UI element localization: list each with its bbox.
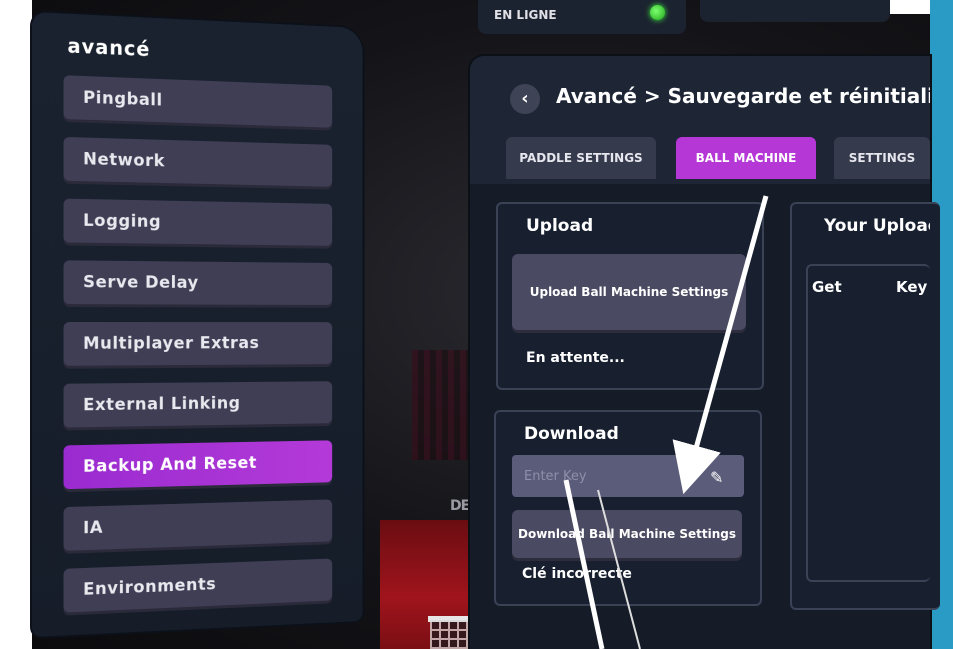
upload-title: Upload — [526, 216, 594, 236]
tab-ball-machine[interactable]: BALL MACHINE — [676, 137, 816, 179]
menu-item-network[interactable]: Network — [63, 136, 333, 187]
menu-item-logging[interactable]: Logging — [63, 198, 333, 246]
menu-title: avancé — [67, 33, 151, 61]
online-indicator-icon — [650, 5, 665, 20]
menu-item-backup-and-reset[interactable]: Backup And Reset — [63, 440, 333, 490]
menu-item-environments[interactable]: Environments — [63, 558, 333, 613]
online-status-label: EN LIGNE — [494, 8, 557, 22]
download-status: Clé incorrecte — [522, 566, 632, 582]
menu-item-serve-delay[interactable]: Serve Delay — [63, 260, 333, 305]
download-title: Download — [524, 424, 619, 444]
tab-settings[interactable]: SETTINGS — [834, 137, 930, 179]
upload-status: En attente... — [526, 350, 625, 366]
column-header-get: Get — [812, 278, 842, 296]
back-button[interactable]: ‹ — [510, 84, 540, 114]
pencil-icon: ✎ — [710, 468, 724, 487]
tab-paddle-settings[interactable]: PADDLE SETTINGS — [506, 137, 656, 179]
breadcrumb: Avancé > Sauvegarde et réinitialis — [556, 84, 930, 108]
online-status-bar: EN LIGNE — [478, 0, 686, 34]
upload-settings-button[interactable]: Upload Ball Machine Settings — [512, 254, 746, 330]
column-header-key: Key — [896, 278, 928, 296]
top-secondary-bar — [700, 0, 890, 22]
menu-item-external-linking[interactable]: External Linking — [63, 381, 333, 428]
menu-item-multiplayer-extras[interactable]: Multiplayer Extras — [63, 322, 333, 366]
menu-item-ia[interactable]: IA — [63, 499, 333, 551]
menu-item-pingball[interactable]: Pingball — [63, 75, 333, 128]
uploads-table — [806, 264, 930, 582]
your-uploads-title: Your Uploac — [824, 216, 930, 236]
advanced-menu-panel: avancé Pingball Network Logging Serve De… — [32, 12, 363, 637]
download-settings-button[interactable]: Download Ball Machine Settings — [512, 510, 742, 558]
